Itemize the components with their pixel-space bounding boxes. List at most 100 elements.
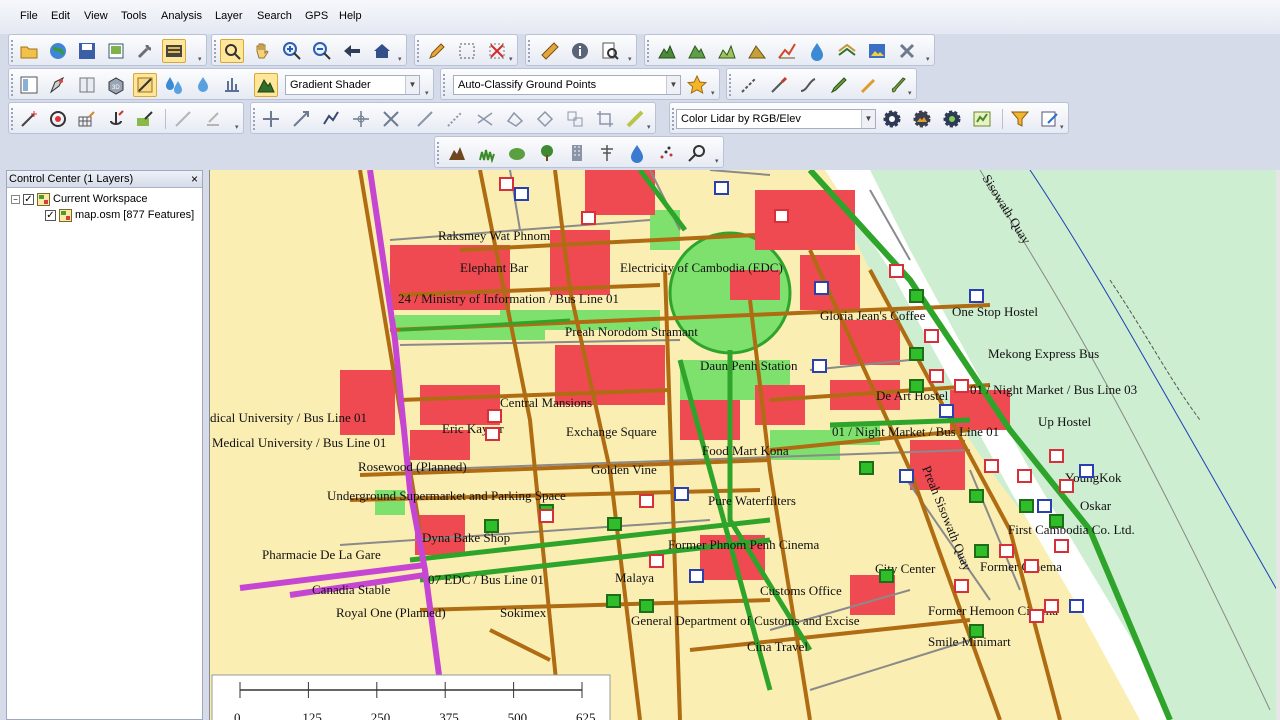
shop-marker-icon[interactable]	[499, 177, 514, 191]
point-filter-icon[interactable]	[220, 73, 244, 97]
toolbar-grip[interactable]	[11, 74, 14, 96]
menu-view[interactable]: View	[84, 10, 108, 22]
star-icon[interactable]	[685, 73, 709, 97]
building-icon[interactable]	[565, 141, 589, 165]
image-raster-icon[interactable]	[865, 39, 889, 63]
zoom-in-icon[interactable]	[280, 39, 304, 63]
info-icon[interactable]	[568, 39, 592, 63]
terrain-feature-icon[interactable]	[445, 141, 469, 165]
building-marker-icon[interactable]	[1037, 499, 1052, 513]
cut-line-icon[interactable]	[413, 107, 437, 131]
globe-icon[interactable]	[46, 39, 70, 63]
join-icon[interactable]	[443, 107, 467, 131]
draw-curve-icon[interactable]	[797, 73, 821, 97]
shop-marker-icon[interactable]	[1044, 599, 1059, 613]
toolbar-options-icon[interactable]: ▾	[711, 89, 719, 99]
grid-edit-icon[interactable]	[75, 107, 99, 131]
water-icon[interactable]	[625, 141, 649, 165]
pencil-icon[interactable]	[425, 39, 449, 63]
measure-ruler-icon[interactable]	[538, 39, 562, 63]
map-view[interactable]: 0 125 250 375 500 625 Raksmey Wat Phnom Eleph…	[209, 170, 1276, 720]
elevation-icon[interactable]	[162, 73, 186, 97]
building-marker-icon[interactable]	[714, 181, 729, 195]
toolbar-options-icon[interactable]: ▾	[425, 89, 433, 99]
restaurant-marker-icon[interactable]	[969, 624, 984, 638]
restaurant-marker-icon[interactable]	[859, 461, 874, 475]
restaurant-marker-icon[interactable]	[1019, 499, 1034, 513]
shrub-icon[interactable]	[505, 141, 529, 165]
watershed-icon[interactable]	[805, 39, 829, 63]
edit-color-icon[interactable]	[1038, 107, 1062, 131]
shader-select[interactable]: Gradient Shader ▼	[285, 75, 420, 95]
toolbar-options-icon[interactable]: ▾	[1060, 123, 1068, 133]
terrain-contour-icon[interactable]	[715, 39, 739, 63]
shop-marker-icon[interactable]	[1054, 539, 1069, 553]
3d-view-icon[interactable]: 3D	[104, 73, 128, 97]
shop-marker-icon[interactable]	[1049, 449, 1064, 463]
toolbar-grip[interactable]	[437, 142, 440, 164]
shop-marker-icon[interactable]	[649, 554, 664, 568]
combine-icon[interactable]	[563, 107, 587, 131]
restaurant-marker-icon[interactable]	[607, 517, 622, 531]
classify-select[interactable]: Auto-Classify Ground Points ▼	[453, 75, 681, 95]
vegetation-icon[interactable]	[970, 107, 994, 131]
toolbar-options-icon[interactable]: ▾	[235, 123, 243, 133]
restaurant-marker-icon[interactable]	[909, 379, 924, 393]
ruler-edit-icon[interactable]	[623, 107, 647, 131]
menu-gps[interactable]: GPS	[305, 10, 328, 22]
area-brush-icon[interactable]	[133, 107, 157, 131]
gear-classify-icon[interactable]	[940, 107, 964, 131]
menu-tools[interactable]: Tools	[121, 10, 147, 22]
toolbar-options-icon[interactable]: ▾	[926, 55, 934, 65]
move-vertex-icon[interactable]	[289, 107, 313, 131]
shop-marker-icon[interactable]	[539, 509, 554, 523]
gradient-shader-icon[interactable]	[254, 73, 278, 97]
shop-marker-icon[interactable]	[929, 369, 944, 383]
toolbar-options-icon[interactable]: ▾	[509, 55, 517, 65]
toolbar-grip[interactable]	[672, 108, 675, 130]
restaurant-marker-icon[interactable]	[639, 599, 654, 613]
building-marker-icon[interactable]	[1069, 599, 1084, 613]
anchor-edit-icon[interactable]	[104, 107, 128, 131]
color-lidar-select[interactable]: Color Lidar by RGB/Elev ▼	[676, 109, 876, 129]
shop-marker-icon[interactable]	[954, 379, 969, 393]
building-marker-icon[interactable]	[674, 487, 689, 501]
select-rectangle-icon[interactable]	[455, 39, 479, 63]
power-line-icon[interactable]	[595, 141, 619, 165]
print-icon[interactable]	[104, 39, 128, 63]
toolbar-grip[interactable]	[417, 40, 420, 62]
shop-marker-icon[interactable]	[1029, 609, 1044, 623]
shop-marker-icon[interactable]	[889, 264, 904, 278]
save-icon[interactable]	[75, 39, 99, 63]
crop-icon[interactable]	[593, 107, 617, 131]
shop-marker-icon[interactable]	[954, 579, 969, 593]
shop-marker-icon[interactable]	[1059, 479, 1074, 493]
restaurant-marker-icon[interactable]	[879, 569, 894, 583]
restaurant-marker-icon[interactable]	[484, 519, 499, 533]
gear-icon[interactable]	[880, 107, 904, 131]
toolbar-grip[interactable]	[647, 40, 650, 62]
lidar-shader-icon[interactable]	[133, 73, 157, 97]
shop-marker-icon[interactable]	[581, 211, 596, 225]
target-icon[interactable]	[46, 107, 70, 131]
shop-marker-icon[interactable]	[774, 209, 789, 223]
toolbar-grip[interactable]	[253, 108, 256, 130]
feature-info-icon[interactable]	[598, 39, 622, 63]
search-feature-icon[interactable]	[685, 141, 709, 165]
toolbar-grip[interactable]	[11, 108, 14, 130]
restaurant-marker-icon[interactable]	[974, 544, 989, 558]
building-marker-icon[interactable]	[899, 469, 914, 483]
building-marker-icon[interactable]	[814, 281, 829, 295]
delete-icon[interactable]	[485, 39, 509, 63]
restaurant-marker-icon[interactable]	[1049, 514, 1064, 528]
toolbar-grip[interactable]	[528, 40, 531, 62]
layer-checkbox[interactable]: ✓	[45, 209, 56, 221]
grass-icon[interactable]	[475, 141, 499, 165]
wrench-icon[interactable]	[133, 39, 157, 63]
shop-marker-icon[interactable]	[487, 409, 502, 423]
menu-search[interactable]: Search	[257, 10, 292, 22]
crosshair-pencil-icon[interactable]	[17, 107, 41, 131]
shop-marker-icon[interactable]	[485, 427, 500, 441]
rotate-icon[interactable]	[349, 107, 373, 131]
shop-marker-icon[interactable]	[999, 544, 1014, 558]
